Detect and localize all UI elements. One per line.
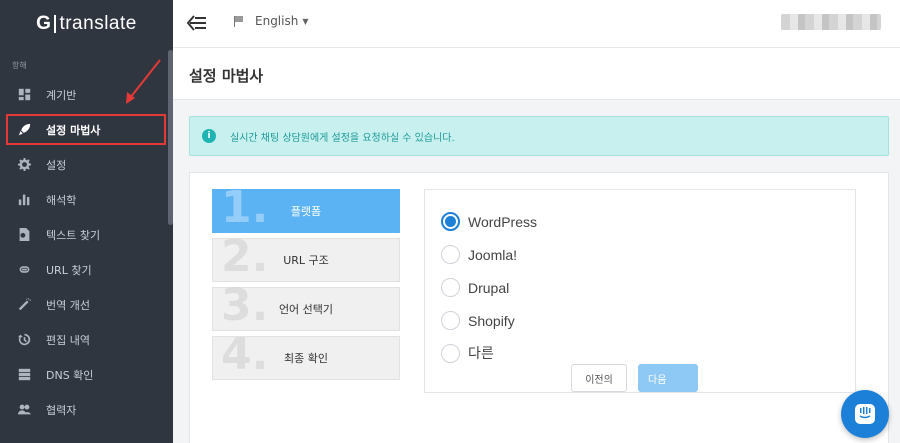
bar-chart-icon <box>16 192 32 208</box>
sidebar-item-settings[interactable]: 설정 <box>0 147 173 182</box>
step-label: URL 구조 <box>283 254 329 267</box>
document-search-icon <box>16 227 32 243</box>
option-joomla[interactable]: Joomla! <box>441 245 517 264</box>
sidebar-item-label: URL 찾기 <box>46 263 92 277</box>
sidebar-item-find-text[interactable]: 텍스트 찾기 <box>0 217 173 252</box>
wizard-card: 1. 플랫폼 2. URL 구조 3. 언어 선택기 4. 최종 확인 Word… <box>189 172 889 443</box>
option-label: Drupal <box>468 279 510 296</box>
radio-checked[interactable] <box>441 212 460 231</box>
brand-separator <box>54 15 57 33</box>
sidebar-item-label: 계기반 <box>46 88 77 102</box>
step-number: 3. <box>221 280 269 331</box>
option-label: 다른 <box>468 345 494 361</box>
sidebar-item-edit-history[interactable]: 편집 내역 <box>0 322 173 357</box>
sidebar-item-label: 텍스트 찾기 <box>46 228 101 242</box>
option-wordpress[interactable]: WordPress <box>441 212 537 231</box>
main-content: 설정 마법사 i 실시간 채팅 상담원에게 설정을 요청하실 수 있습니다. 1… <box>173 48 900 443</box>
radio[interactable] <box>441 343 460 363</box>
sidebar-item-label: 편집 내역 <box>46 333 90 347</box>
sidebar-item-analytics[interactable]: 해석학 <box>0 182 173 217</box>
sidebar-item-collaborators[interactable]: 협력자 <box>0 392 173 427</box>
language-label: English <box>255 14 299 28</box>
step-label: 플랫폼 <box>290 205 322 218</box>
brand-logo[interactable]: G translate <box>0 0 173 48</box>
radio[interactable] <box>441 278 460 297</box>
sidebar-item-dns-check[interactable]: DNS 확인 <box>0 357 173 392</box>
radio[interactable] <box>441 311 460 330</box>
sidebar-item-dashboard[interactable]: 계기반 <box>0 77 173 112</box>
sidebar-item-find-url[interactable]: URL 찾기 <box>0 252 173 287</box>
platform-options: WordPress Joomla! Drupal Shopify 다른 <box>424 189 856 393</box>
rocket-icon <box>16 122 32 138</box>
sidebar-item-label: 협력자 <box>46 403 77 417</box>
page-title: 설정 마법사 <box>189 67 264 85</box>
page-header: 설정 마법사 <box>173 48 900 100</box>
brand-logo-left: G <box>36 13 52 34</box>
sidebar-item-label: 설정 <box>46 158 67 172</box>
step-platform[interactable]: 1. 플랫폼 <box>212 182 400 233</box>
topbar: English ▼ <box>173 0 900 48</box>
step-number: 2. <box>221 231 269 282</box>
sidebar-item-label: 번역 개선 <box>46 298 90 312</box>
option-other[interactable]: 다른 <box>441 343 494 363</box>
info-icon: i <box>202 129 216 143</box>
server-icon <box>16 367 32 383</box>
previous-button[interactable]: 이전의 <box>571 364 627 392</box>
chat-launcher-button[interactable] <box>841 390 889 438</box>
info-alert: i 실시간 채팅 상담원에게 설정을 요청하실 수 있습니다. <box>189 116 889 156</box>
option-label: WordPress <box>468 213 537 230</box>
sidebar-item-label: 설정 마법사 <box>46 123 101 137</box>
option-label: Shopify <box>468 312 515 329</box>
gear-icon <box>16 157 32 173</box>
sidebar-section-title: 항해 <box>12 61 27 70</box>
brand-logo-right: translate <box>59 13 137 34</box>
radio[interactable] <box>441 245 460 264</box>
step-number: 1. <box>221 182 269 233</box>
info-text: 실시간 채팅 상담원에게 설정을 요청하실 수 있습니다. <box>230 132 455 144</box>
sidebar-item-setup-wizard[interactable]: 설정 마법사 <box>0 112 173 147</box>
flag-icon <box>234 16 243 27</box>
history-icon <box>16 332 32 348</box>
language-dropdown[interactable]: English ▼ <box>233 14 309 28</box>
next-button[interactable]: 다음 <box>638 364 698 392</box>
chevron-down-icon: ▼ <box>302 16 309 26</box>
sidebar-item-label: 해석학 <box>46 193 77 207</box>
step-url-structure[interactable]: 2. URL 구조 <box>212 231 400 282</box>
option-drupal[interactable]: Drupal <box>441 278 509 297</box>
step-final-check[interactable]: 4. 최종 확인 <box>212 329 400 380</box>
option-label: Joomla! <box>468 246 518 263</box>
option-shopify[interactable]: Shopify <box>441 311 515 330</box>
step-label: 언어 선택기 <box>278 303 334 316</box>
chat-icon <box>855 404 875 424</box>
dashboard-icon <box>16 87 32 103</box>
users-icon <box>16 402 32 418</box>
user-account-blurred[interactable] <box>781 14 881 30</box>
sidebar-item-improve-translation[interactable]: 번역 개선 <box>0 287 173 322</box>
collapse-sidebar-icon[interactable] <box>187 14 207 32</box>
step-language-selector[interactable]: 3. 언어 선택기 <box>212 280 400 331</box>
step-label: 최종 확인 <box>284 352 328 365</box>
step-number: 4. <box>221 329 269 380</box>
link-icon <box>16 262 32 278</box>
sidebar: G translate 항해 계기반 설정 마법사 설정 해석학 텍스트 찾기 … <box>0 0 173 443</box>
sidebar-item-label: DNS 확인 <box>46 368 94 382</box>
magic-wand-icon <box>16 297 32 313</box>
